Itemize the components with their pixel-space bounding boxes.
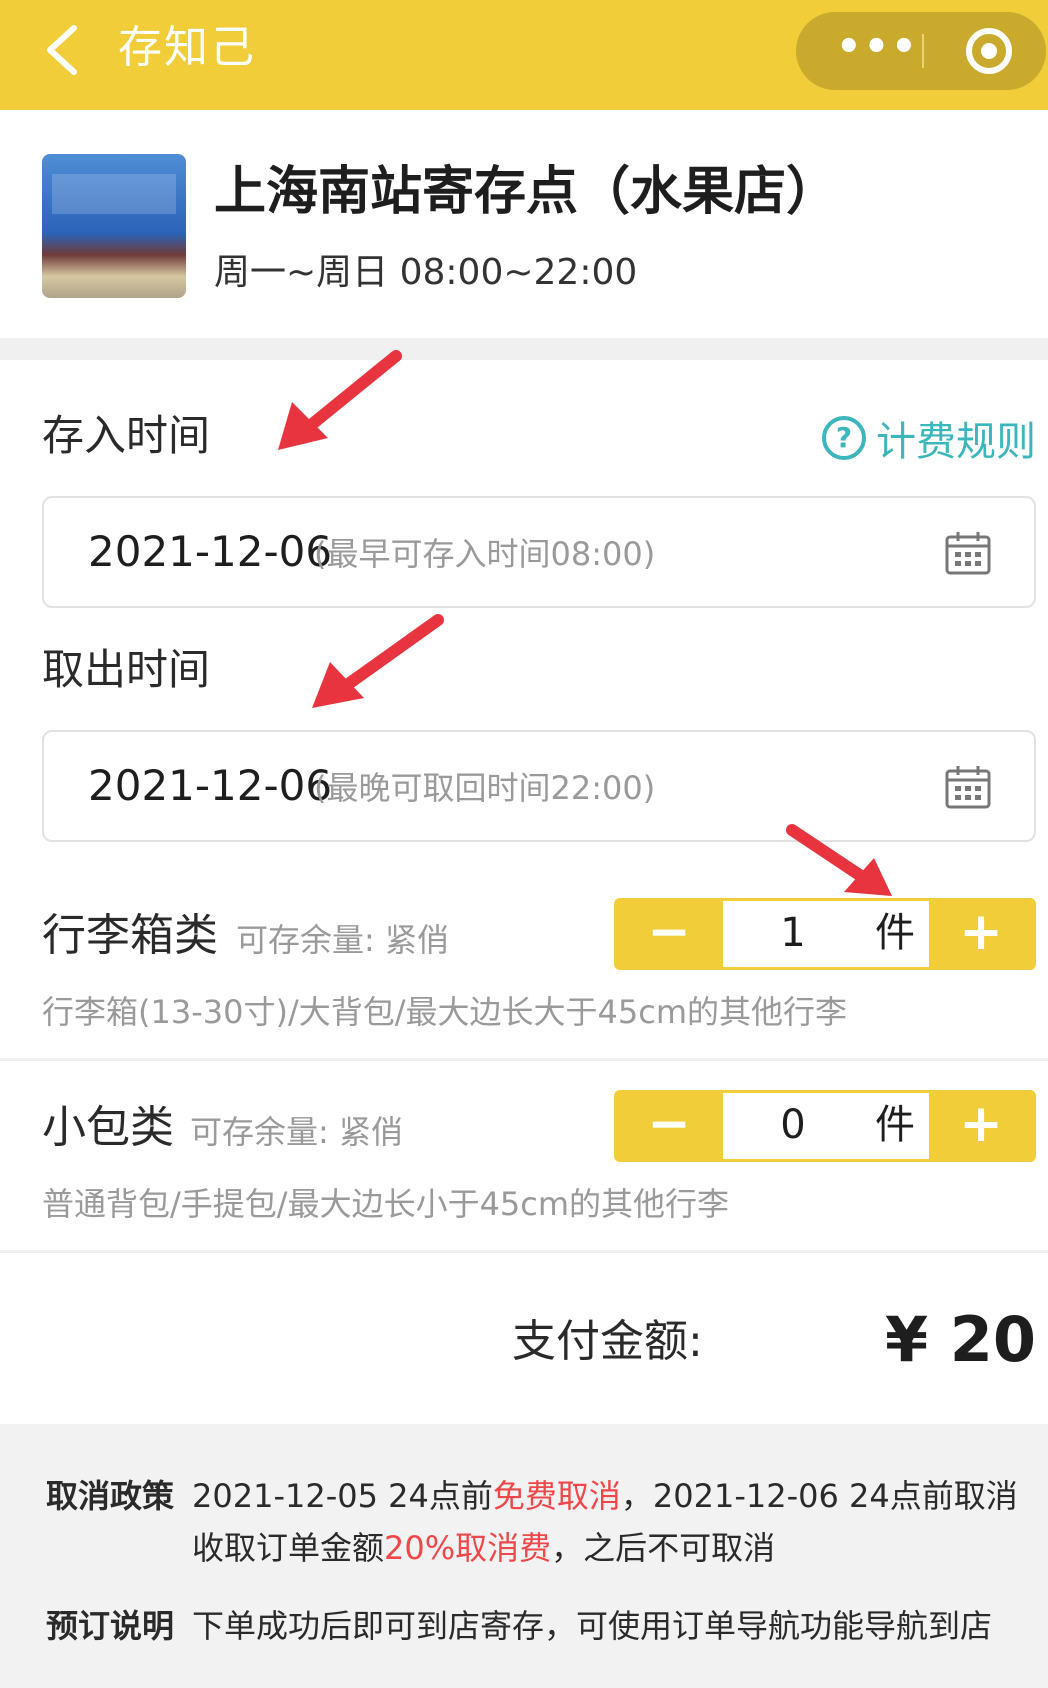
deposit-date-value: 2021-12-06: [88, 527, 333, 576]
annotation-arrow-icon: [312, 614, 444, 708]
luggage-suitcase-description: 行李箱(13-30寸)/大背包/最大边长大于45cm的其他行李: [42, 993, 848, 1031]
cancel-policy-label: 取消政策: [46, 1477, 175, 1515]
luggage-suitcase-availability: 可存余量: 紧俏: [236, 921, 449, 959]
pickup-date-value: 2021-12-06: [88, 761, 333, 810]
luggage-smallbag-title: 小包类: [42, 1102, 174, 1153]
smallbag-minus-button[interactable]: −: [617, 1093, 721, 1159]
pickup-date-hint: (最晚可取回时间22:00): [314, 769, 656, 807]
store-photo: [42, 154, 186, 298]
payment-label: 支付金额:: [512, 1316, 703, 1367]
policy-panel: 取消政策 2021-12-05 24点前免费取消，2021-12-06 24点前…: [0, 1424, 1048, 1688]
suitcase-unit: 件: [875, 910, 915, 956]
back-button[interactable]: [34, 18, 94, 82]
smallbag-count: 0: [780, 1102, 806, 1148]
billing-rules-label: 计费规则: [876, 419, 1036, 465]
suitcase-count: 1: [780, 910, 806, 956]
luggage-suitcase-title: 行李箱类: [42, 910, 218, 961]
suitcase-quantity-stepper: − 1 件 +: [614, 898, 1036, 970]
cancel-fee-highlight: 20%取消费: [384, 1529, 552, 1567]
pickup-time-label: 取出时间: [42, 645, 211, 694]
suitcase-plus-button[interactable]: +: [929, 901, 1033, 967]
cancel-policy-part: 2021-12-05 24点前: [192, 1477, 493, 1515]
calendar-icon[interactable]: [944, 530, 992, 576]
section-separator: [0, 338, 1048, 360]
calendar-icon[interactable]: [944, 764, 992, 810]
store-hours: 周一~周日 08:00~22:00: [214, 252, 638, 293]
suitcase-minus-button[interactable]: −: [617, 901, 721, 967]
cancel-free-highlight: 免费取消: [492, 1477, 621, 1515]
row-divider: [0, 1250, 1048, 1253]
target-circle-icon[interactable]: [966, 28, 1012, 74]
annotation-arrow-icon: [786, 824, 892, 896]
deposit-time-label: 存入时间: [42, 411, 211, 460]
chevron-left-icon: [47, 25, 77, 75]
smallbag-unit: 件: [875, 1102, 915, 1148]
booking-note-label: 预订说明: [46, 1607, 175, 1645]
smallbag-count-box[interactable]: 0 件: [723, 1093, 929, 1159]
row-divider: [0, 1058, 1048, 1061]
store-name: 上海南站寄存点（水果店）: [214, 162, 839, 222]
deposit-date-hint: (最早可存入时间08:00): [314, 535, 656, 573]
booking-note-text: 下单成功后即可到店寄存，可使用订单导航功能导航到店: [192, 1607, 993, 1645]
deposit-date-field[interactable]: 2021-12-06 (最早可存入时间08:00): [42, 496, 1036, 608]
luggage-smallbag-description: 普通背包/手提包/最大边长小于45cm的其他行李: [42, 1185, 730, 1223]
smallbag-quantity-stepper: − 0 件 +: [614, 1090, 1036, 1162]
suitcase-count-box[interactable]: 1 件: [723, 901, 929, 967]
more-dots-icon[interactable]: •••: [836, 12, 917, 90]
capsule-divider: [922, 34, 924, 68]
annotation-arrow-icon: [278, 350, 402, 450]
help-circle-icon: ?: [822, 416, 866, 460]
cancel-policy-text: 2021-12-05 24点前免费取消，2021-12-06 24点前取消收取订…: [192, 1470, 1032, 1574]
luggage-smallbag-availability: 可存余量: 紧俏: [190, 1113, 403, 1151]
payment-amount: ¥ 20: [884, 1303, 1036, 1376]
smallbag-plus-button[interactable]: +: [929, 1093, 1033, 1159]
app-title: 存知己: [118, 22, 256, 73]
mini-program-capsule: •••: [796, 12, 1046, 90]
billing-rules-link[interactable]: ? 计费规则: [822, 410, 1036, 466]
top-bar: 存知己 •••: [0, 0, 1048, 110]
cancel-policy-part: ，之后不可取消: [551, 1529, 776, 1567]
